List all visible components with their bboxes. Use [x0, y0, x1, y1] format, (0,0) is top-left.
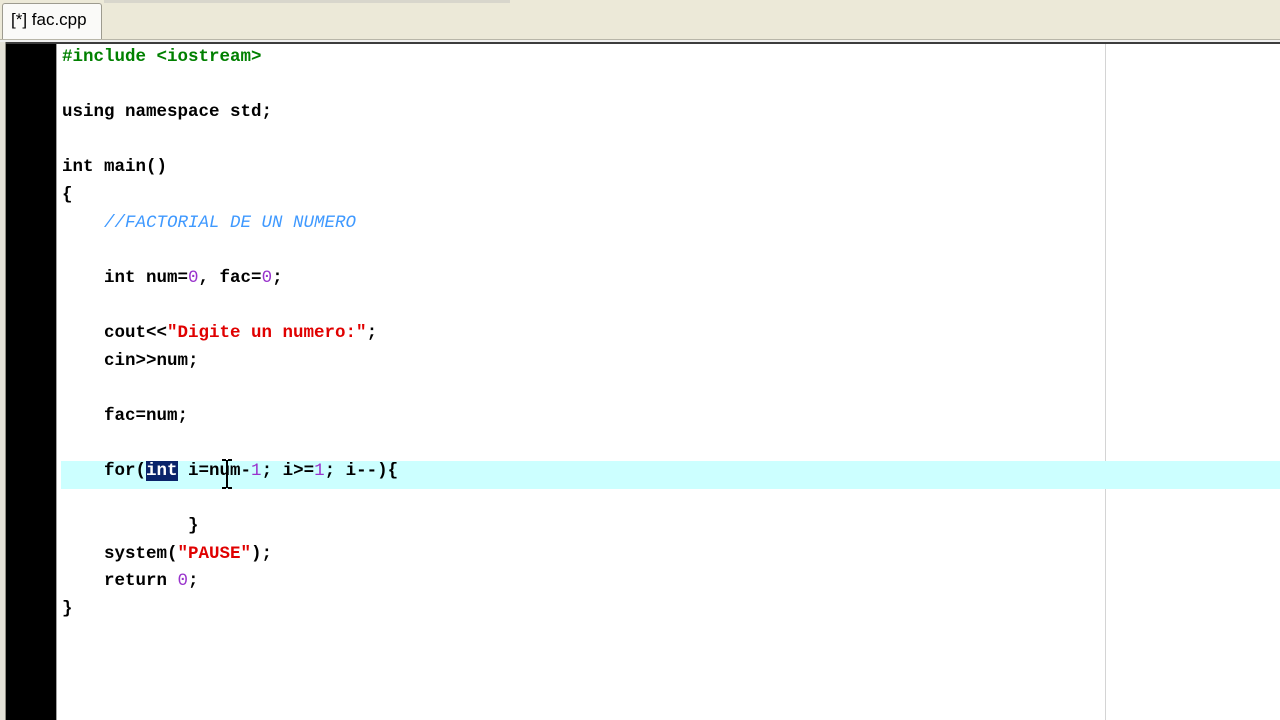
- code-token: }: [62, 598, 73, 619]
- code-token: 0: [177, 571, 189, 592]
- code-token: using namespace std;: [62, 102, 273, 123]
- editor-tab-bar: [*] fac.cpp: [0, 0, 1280, 40]
- code-line[interactable]: return 0;: [62, 568, 398, 596]
- code-token: {: [62, 184, 73, 205]
- code-line[interactable]: ​: [62, 375, 398, 403]
- code-line[interactable]: ​: [62, 237, 398, 265]
- code-token: int num=: [62, 267, 189, 288]
- code-token: ; i>=: [261, 460, 315, 481]
- code-token: "Digite un numero:": [167, 322, 367, 343]
- code-line[interactable]: cout<<"Digite un numero:";: [62, 320, 398, 348]
- code-line[interactable]: ​: [62, 430, 398, 458]
- code-line[interactable]: int main(): [62, 154, 398, 182]
- source-code[interactable]: #include <iostream>​using namespace std;…: [62, 44, 398, 623]
- code-line[interactable]: //FACTORIAL DE UN NUMERO: [62, 210, 398, 238]
- code-token: i=num-: [177, 460, 252, 481]
- text-cursor-icon: [222, 459, 232, 489]
- code-line[interactable]: {: [62, 182, 398, 210]
- code-token: );: [251, 543, 273, 564]
- code-token: return: [62, 571, 178, 592]
- right-margin-guide: [1105, 44, 1106, 720]
- code-token: system(: [62, 543, 178, 564]
- code-token: 1: [251, 460, 262, 481]
- tab-bar-divider: [104, 0, 510, 3]
- code-line[interactable]: }: [62, 513, 398, 541]
- code-token: }: [62, 516, 199, 537]
- code-token: cin>>num;: [62, 350, 199, 371]
- code-line[interactable]: int num=0, fac=0;: [62, 265, 398, 293]
- code-token: 0: [188, 267, 199, 288]
- code-token: cout<<: [62, 322, 168, 343]
- code-token: fac=num;: [62, 405, 189, 426]
- selected-text: int: [146, 460, 178, 481]
- code-token: 1: [314, 460, 325, 481]
- code-token: "PAUSE": [177, 543, 252, 564]
- code-token: //FACTORIAL DE UN NUMERO: [104, 212, 357, 233]
- code-line[interactable]: ​: [62, 72, 398, 100]
- code-token: , fac=: [198, 267, 262, 288]
- code-token: ; i--){: [324, 460, 399, 481]
- code-line[interactable]: }: [62, 596, 398, 624]
- code-token: ;: [366, 322, 378, 343]
- code-token: ;: [272, 267, 283, 288]
- code-line[interactable]: system("PAUSE");: [62, 541, 398, 569]
- tab-fac-cpp[interactable]: [*] fac.cpp: [2, 3, 102, 39]
- code-line[interactable]: #include <iostream>: [62, 44, 398, 72]
- code-line[interactable]: ​: [62, 292, 398, 320]
- code-line[interactable]: using namespace std;: [62, 99, 398, 127]
- code-editor[interactable]: #include <iostream>​using namespace std;…: [57, 44, 1280, 720]
- code-token: for(: [62, 460, 147, 481]
- line-number-gutter[interactable]: [6, 44, 56, 720]
- code-token: 0: [261, 267, 273, 288]
- code-line[interactable]: ​: [62, 127, 398, 155]
- code-token: int main(): [62, 157, 168, 178]
- code-line[interactable]: cin>>num;: [62, 348, 398, 376]
- code-line[interactable]: fac=num;: [62, 403, 398, 431]
- code-token: #include <iostream>: [62, 47, 262, 67]
- code-token: ;: [188, 571, 199, 592]
